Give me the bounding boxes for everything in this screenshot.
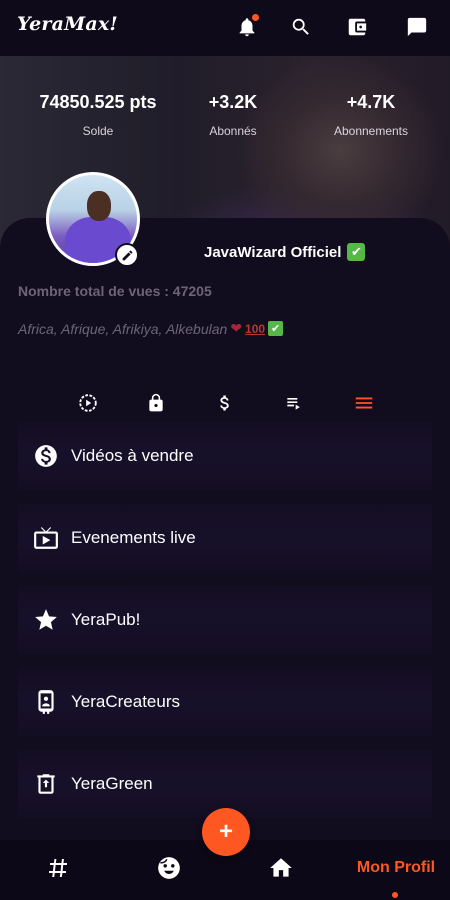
- stat-abonnements-label: Abonnements: [333, 124, 409, 138]
- nav-mon-profil[interactable]: Mon Profil: [346, 852, 446, 884]
- dollar-circle-icon: [32, 442, 60, 470]
- stat-abonnes[interactable]: +3.2K Abonnés: [188, 92, 278, 138]
- menu-item-evenements-live[interactable]: Evenements live: [18, 504, 432, 572]
- stat-solde-label: Solde: [82, 124, 114, 138]
- edit-avatar-button[interactable]: [115, 243, 139, 267]
- playlist-icon: [287, 398, 300, 410]
- tab-private[interactable]: [141, 388, 171, 418]
- total-views: Nombre total de vues : 47205: [18, 283, 212, 299]
- profile-tabs: [0, 388, 450, 418]
- nav-home[interactable]: [266, 852, 296, 884]
- stat-abonnes-label: Abonnés: [209, 124, 257, 138]
- menu-item-label: Evenements live: [71, 528, 196, 547]
- hashtag-icon: [49, 859, 67, 877]
- nav-hashtag[interactable]: [42, 852, 72, 884]
- search-icon[interactable]: [286, 12, 316, 42]
- star-icon: [32, 606, 60, 634]
- notification-bell-icon[interactable]: [232, 12, 262, 42]
- verified-badge-icon: ✔: [347, 243, 366, 261]
- pencil-icon: [122, 250, 132, 260]
- notification-dot: [252, 14, 259, 21]
- profile-username: JavaWizard Officiel ✔: [204, 243, 366, 261]
- bio-text: Africa, Afrique, Afrikiya, Alkebulan: [18, 320, 228, 337]
- app-bar: YeraMax!: [0, 0, 450, 56]
- bio-check-emoji: ✔: [268, 321, 284, 336]
- menu-item-label: YeraCreateurs: [71, 692, 180, 711]
- home-icon: [270, 858, 292, 877]
- tab-menu[interactable]: [349, 388, 379, 418]
- lock-icon: [149, 393, 163, 412]
- tab-history[interactable]: [73, 388, 103, 418]
- bio-heart-emoji: ❤: [230, 320, 243, 336]
- profile-bio: Africa, Afrique, Afrikiya, Alkebulan ❤ 1…: [18, 320, 284, 337]
- play-history-icon: [79, 394, 97, 412]
- bio-hundred-emoji: 100: [245, 321, 266, 336]
- active-tab-indicator: [392, 892, 398, 898]
- stat-abonnements-value: +4.7K: [346, 92, 396, 112]
- tab-playlists[interactable]: [279, 388, 309, 418]
- recycle-bin-icon: [32, 770, 60, 798]
- menu-item-label: YeraPub!: [71, 610, 141, 629]
- username-text: JavaWizard Officiel: [204, 243, 342, 261]
- menu-item-label: Vidéos à vendre: [71, 446, 194, 465]
- menu-item-videos-a-vendre[interactable]: Vidéos à vendre: [18, 422, 432, 490]
- menu-item-yeracreateurs[interactable]: YeraCreateurs: [18, 668, 432, 736]
- stat-solde-value: 74850.525 pts: [39, 92, 157, 112]
- wallet-icon[interactable]: [342, 12, 372, 42]
- menu-item-label: YeraGreen: [71, 774, 153, 793]
- emoji-icon: [158, 857, 180, 879]
- avatar-figure-head: [87, 191, 111, 221]
- live-tv-icon: [32, 524, 60, 552]
- dollar-icon: [220, 395, 229, 411]
- menu-item-yerapub[interactable]: YeraPub!: [18, 586, 432, 654]
- tab-paid[interactable]: [210, 388, 240, 418]
- phone-creator-icon: [32, 688, 60, 716]
- stat-solde[interactable]: 74850.525 pts Solde: [30, 92, 166, 138]
- nav-community[interactable]: [154, 852, 184, 884]
- chat-icon[interactable]: [402, 12, 432, 42]
- stat-abonnements[interactable]: +4.7K Abonnements: [306, 92, 436, 138]
- nav-mon-profil-label: Mon Profil: [356, 859, 436, 876]
- menu-icon: [355, 397, 373, 409]
- create-fab-button[interactable]: +: [202, 808, 250, 856]
- stat-abonnes-value: +3.2K: [208, 92, 258, 112]
- app-logo[interactable]: YeraMax!: [17, 13, 118, 35]
